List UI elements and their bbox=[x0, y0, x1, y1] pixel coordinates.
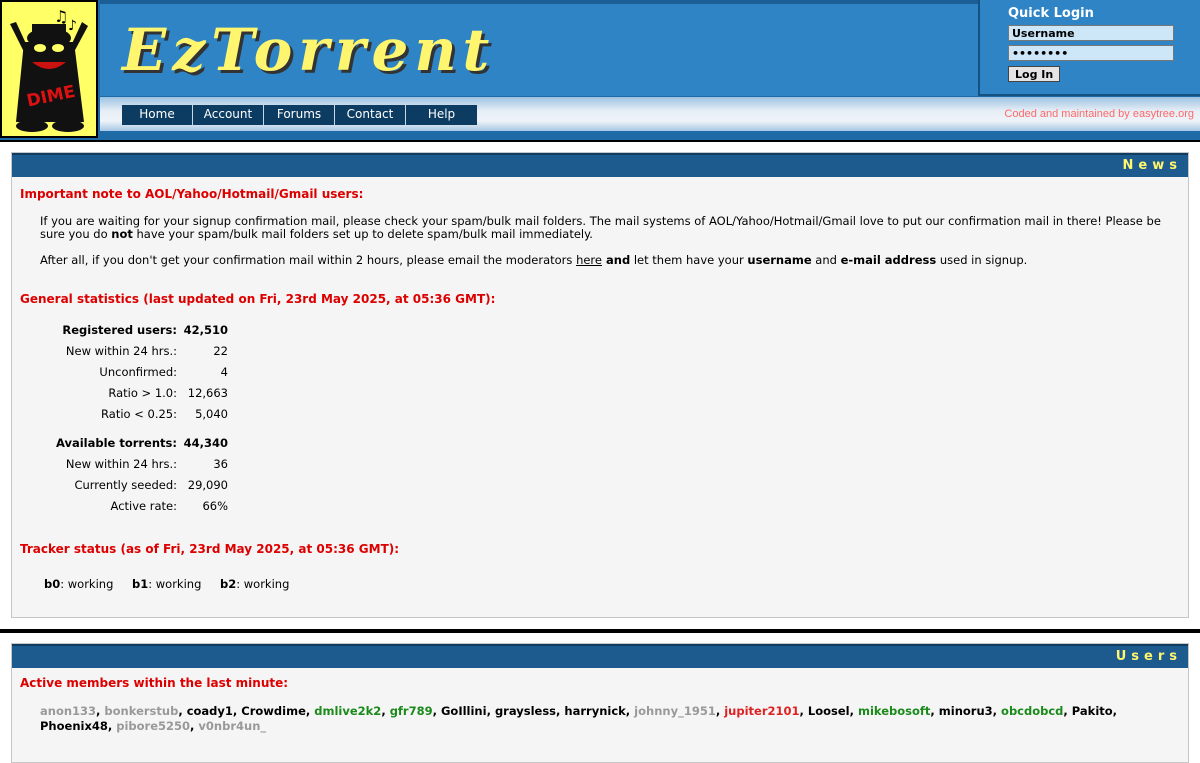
paragraph2-text-b: let them have your bbox=[630, 253, 748, 267]
dime-mascot-icon: ♫ ♪ DIME bbox=[10, 7, 88, 132]
tracker-name: b1 bbox=[132, 577, 149, 591]
tracker-status: : working bbox=[236, 577, 290, 591]
news-panel-header: News bbox=[12, 153, 1188, 177]
notice-paragraph-1: If you are waiting for your signup confi… bbox=[40, 215, 1175, 241]
stat-value: 44,340 bbox=[183, 436, 228, 450]
member-link[interactable]: johnny_1951 bbox=[634, 704, 716, 718]
member-link[interactable]: Pakito bbox=[1072, 704, 1113, 718]
stat-value: 66% bbox=[202, 499, 228, 513]
nav-account[interactable]: Account bbox=[193, 105, 264, 125]
stat-value: 36 bbox=[213, 457, 228, 471]
stats-heading: General statistics (last updated on Fri,… bbox=[20, 292, 496, 306]
nav-contact[interactable]: Contact bbox=[335, 105, 406, 125]
member-link[interactable]: v0nbr4un_ bbox=[198, 719, 266, 733]
member-link[interactable]: obcdobcd bbox=[1001, 704, 1063, 718]
svg-text:♫: ♫ bbox=[54, 7, 68, 26]
news-panel-title: News bbox=[1122, 158, 1182, 173]
stat-value: 22 bbox=[213, 344, 228, 358]
svg-text:♪: ♪ bbox=[68, 18, 77, 34]
member-link[interactable]: Phoenix48 bbox=[40, 719, 108, 733]
stat-label: New within 24 hrs.: bbox=[65, 457, 177, 471]
news-section: News Important note to AOL/Yahoo/Hotmail… bbox=[0, 140, 1200, 631]
quick-login-box: Quick Login Log In bbox=[978, 0, 1200, 96]
tracker-item-b2: b2: working bbox=[220, 577, 289, 591]
notice-paragraph-2: After all, if you don't get your confirm… bbox=[40, 254, 1175, 267]
stat-value: 29,090 bbox=[187, 478, 228, 492]
username-input[interactable] bbox=[1008, 25, 1174, 41]
member-link[interactable]: bonkerstub bbox=[104, 704, 178, 718]
paragraph2-text-a: After all, if you don't get your confirm… bbox=[40, 253, 577, 267]
member-link[interactable]: minoru3 bbox=[939, 704, 993, 718]
stat-label: Active rate: bbox=[110, 499, 177, 513]
tracker-item-b1: b1: working bbox=[132, 577, 201, 591]
stat-label: Available torrents: bbox=[55, 436, 177, 450]
nav-help[interactable]: Help bbox=[406, 105, 477, 125]
users-panel: Users Active members within the last min… bbox=[11, 643, 1189, 763]
moderators-email-link[interactable]: here bbox=[576, 253, 602, 267]
stat-label: Ratio < 0.25: bbox=[101, 407, 177, 421]
tracker-status: : working bbox=[60, 577, 114, 591]
paragraph2-bold-username: username bbox=[747, 253, 812, 267]
notice-heading: Important note to AOL/Yahoo/Hotmail/Gmai… bbox=[20, 187, 364, 201]
paragraph2-text-c: and bbox=[811, 253, 841, 267]
site-title[interactable]: EzTorrent bbox=[122, 10, 495, 90]
stat-value: 42,510 bbox=[183, 323, 228, 337]
stat-label: Ratio > 1.0: bbox=[108, 386, 177, 400]
paragraph2-bold-email: e-mail address bbox=[840, 253, 937, 267]
member-link[interactable]: gfr789 bbox=[390, 704, 433, 718]
paragraph1-text-b: have your spam/bulk mail folders set up … bbox=[132, 227, 593, 241]
member-link[interactable]: Loosel bbox=[808, 704, 850, 718]
member-link[interactable]: anon133 bbox=[40, 704, 96, 718]
news-panel: News Important note to AOL/Yahoo/Hotmail… bbox=[11, 152, 1189, 618]
member-link[interactable]: jupiter2101 bbox=[724, 704, 799, 718]
stat-value: 4 bbox=[220, 365, 228, 379]
active-members-heading: Active members within the last minute: bbox=[20, 676, 289, 690]
nav-home[interactable]: Home bbox=[122, 105, 193, 125]
stat-value: 12,663 bbox=[187, 386, 228, 400]
login-button[interactable]: Log In bbox=[1008, 66, 1061, 82]
users-panel-title: Users bbox=[1115, 649, 1182, 664]
tracker-item-b0: b0: working bbox=[44, 577, 113, 591]
member-link[interactable]: graysless bbox=[495, 704, 556, 718]
member-link[interactable]: GoIllini bbox=[441, 704, 487, 718]
stat-label: Currently seeded: bbox=[74, 478, 177, 492]
tracker-name: b2 bbox=[220, 577, 237, 591]
member-link[interactable]: Crowdime bbox=[241, 704, 306, 718]
tracker-name: b0 bbox=[44, 577, 61, 591]
password-input[interactable] bbox=[1008, 45, 1174, 61]
active-members-list: anon133, bonkerstub, coady1, Crowdime, d… bbox=[40, 704, 1118, 733]
stat-label: Unconfirmed: bbox=[99, 365, 177, 379]
member-link[interactable]: coady1 bbox=[187, 704, 233, 718]
site-logo[interactable]: ♫ ♪ DIME bbox=[0, 0, 98, 138]
paragraph2-text-d: used in signup. bbox=[936, 253, 1028, 267]
tracker-status: : working bbox=[148, 577, 202, 591]
paragraph1-bold: not bbox=[111, 227, 133, 241]
stat-value: 5,040 bbox=[195, 407, 228, 421]
copyright-link[interactable]: Coded and maintained by easytree.org bbox=[1004, 108, 1194, 120]
quick-login-title: Quick Login bbox=[1008, 6, 1094, 21]
member-link[interactable]: dmlive2k2 bbox=[314, 704, 381, 718]
site-header: ♫ ♪ DIME EzTorrent Home Account Forums C… bbox=[0, 0, 1200, 140]
member-link[interactable]: pibore5250 bbox=[116, 719, 190, 733]
stat-label: Registered users: bbox=[62, 323, 177, 337]
main-nav: Home Account Forums Contact Help bbox=[122, 105, 477, 125]
users-panel-header: Users bbox=[12, 644, 1188, 668]
nav-forums[interactable]: Forums bbox=[264, 105, 335, 125]
paragraph2-bold-and: and bbox=[606, 253, 631, 267]
users-section: Users Active members within the last min… bbox=[0, 631, 1200, 763]
stat-label: New within 24 hrs.: bbox=[65, 344, 177, 358]
member-link[interactable]: harrynick bbox=[564, 704, 625, 718]
tracker-heading: Tracker status (as of Fri, 23rd May 2025… bbox=[20, 542, 400, 556]
member-link[interactable]: mikebosoft bbox=[858, 704, 930, 718]
